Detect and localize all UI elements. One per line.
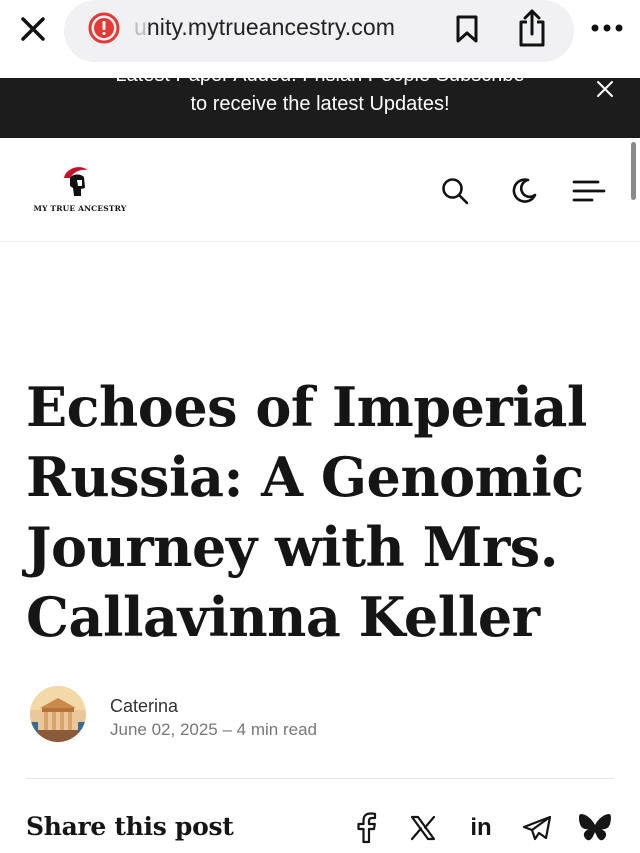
announcement-cut-text: Latest Paper Added: Frisian People Subsc… bbox=[0, 78, 640, 87]
close-icon[interactable] bbox=[596, 80, 614, 98]
share-label: Share this post bbox=[26, 812, 234, 841]
helmet-logo-icon bbox=[64, 167, 88, 196]
divider bbox=[26, 778, 614, 779]
x-icon[interactable] bbox=[406, 810, 440, 846]
site-header: MY TRUE ANCESTRY bbox=[0, 138, 640, 242]
post-meta: June 02, 2025 – 4 min read bbox=[110, 720, 317, 739]
bluesky-icon[interactable] bbox=[576, 810, 614, 846]
share-icon[interactable] bbox=[516, 8, 548, 48]
author-block: Caterina June 02, 2025 – 4 min read bbox=[30, 686, 610, 746]
facebook-icon[interactable] bbox=[350, 810, 382, 846]
warning-icon[interactable] bbox=[88, 12, 120, 44]
bookmark-icon[interactable] bbox=[454, 14, 480, 44]
moon-icon[interactable] bbox=[508, 176, 538, 206]
menu-icon[interactable] bbox=[572, 178, 606, 204]
url-text[interactable]: unity.mytrueancestry.com bbox=[134, 14, 395, 41]
author-name[interactable]: Caterina bbox=[110, 696, 178, 717]
search-icon[interactable] bbox=[440, 176, 470, 206]
telegram-icon[interactable] bbox=[520, 810, 554, 846]
announcement-text[interactable]: to receive the latest Updates! bbox=[0, 93, 640, 116]
article-title: Echoes of Imperial Russia: A Genomic Jou… bbox=[26, 375, 587, 649]
logo-text: MY TRUE ANCESTRY bbox=[33, 204, 127, 213]
announcement-bar: Latest Paper Added: Frisian People Subsc… bbox=[0, 78, 640, 138]
site-logo[interactable]: MY TRUE ANCESTRY bbox=[30, 164, 130, 216]
linkedin-icon[interactable]: in bbox=[464, 810, 498, 846]
avatar[interactable] bbox=[30, 686, 86, 742]
close-icon[interactable] bbox=[18, 14, 48, 44]
browser-toolbar: unity.mytrueancestry.com bbox=[0, 0, 640, 78]
more-icon[interactable] bbox=[590, 22, 624, 34]
